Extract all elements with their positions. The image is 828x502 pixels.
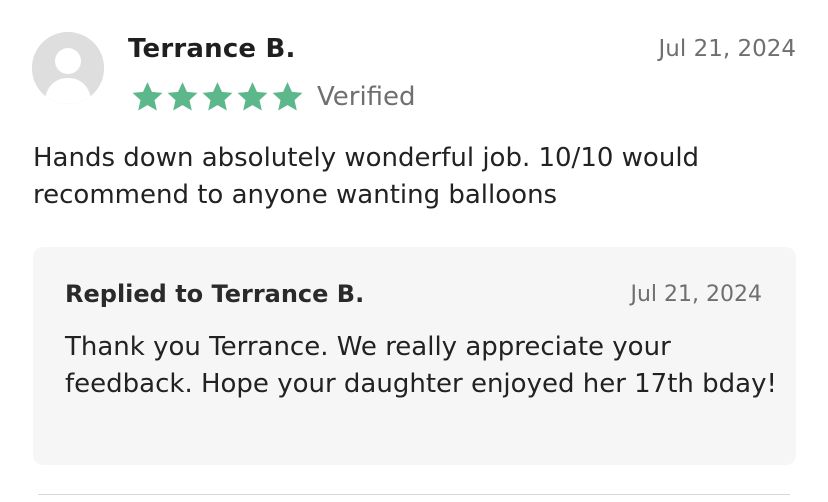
owner-reply: Replied to Terrance B. Jul 21, 2024 Than… — [33, 247, 796, 465]
star-icon — [237, 82, 268, 111]
divider — [38, 494, 790, 495]
star-icon — [167, 82, 198, 111]
default-user-avatar-icon — [32, 32, 104, 104]
reply-title: Replied to Terrance B. — [65, 280, 365, 308]
reply-date: Jul 21, 2024 — [630, 282, 762, 307]
rating-row: Verified — [130, 80, 416, 113]
verified-badge: Verified — [317, 81, 416, 112]
star-rating — [130, 80, 305, 113]
review-text: Hands down absolutely wonderful job. 10/… — [33, 143, 700, 210]
avatar[interactable] — [32, 32, 104, 104]
review-card: Terrance B. Jul 21, 2024 Verified Hands … — [0, 0, 828, 502]
review-date: Jul 21, 2024 — [658, 36, 796, 62]
star-icon — [132, 82, 163, 111]
reviewer-name[interactable]: Terrance B. — [128, 34, 296, 64]
star-icon — [202, 82, 233, 111]
reply-text: Thank you Terrance. We really appreciate… — [65, 332, 777, 399]
star-icon — [272, 82, 303, 111]
